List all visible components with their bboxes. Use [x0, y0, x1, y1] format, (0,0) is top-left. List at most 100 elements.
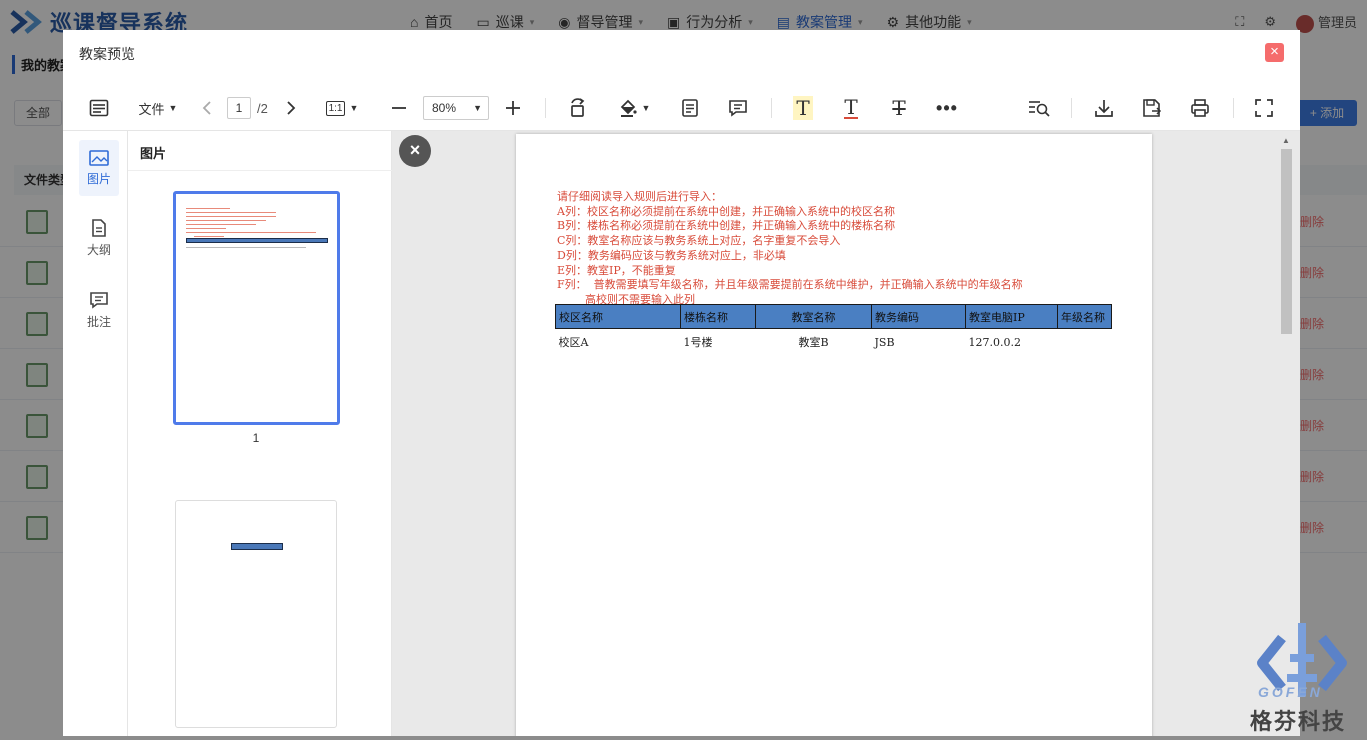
- thumb-text-line: [194, 236, 224, 237]
- thumbnail-panel: 图片 1 2: [128, 131, 392, 736]
- thumb-text-line: [186, 232, 316, 233]
- download-icon[interactable]: [1093, 94, 1115, 122]
- highlight-text-icon[interactable]: T: [791, 94, 815, 122]
- thumb-text-line: [186, 224, 256, 225]
- thumbnail-number: 1: [252, 431, 260, 445]
- page-thumbnail-1[interactable]: [173, 191, 340, 425]
- table-header-cell: 教务编码: [871, 304, 966, 329]
- scroll-up-icon[interactable]: ▲: [1281, 136, 1291, 146]
- next-page-icon[interactable]: [283, 94, 299, 122]
- caret-down-icon: ▼: [168, 103, 178, 113]
- image-icon: [89, 149, 109, 166]
- thumb-text-line: [186, 216, 276, 217]
- search-text-icon[interactable]: [1027, 94, 1051, 122]
- sidebar-toggle-icon[interactable]: [87, 94, 111, 122]
- pdf-toolbar: 文件 ▼ 1 /2 1:1 ▼ 80% ▼ ▼ T T T •••: [63, 86, 1300, 130]
- zoom-select[interactable]: 80% ▼: [423, 94, 489, 122]
- file-menu-label: 文件: [138, 101, 165, 117]
- thumb-table-header: [186, 238, 328, 243]
- instruction-line: F列： 普教需要填写年级名称，并且年级需要提前在系统中维护，并正确输入系统中的年…: [557, 278, 1023, 292]
- document-viewer[interactable]: × 请仔细阅读导入规则后进行导入： A列：校区名称必须提前在系统中创建，并正确输入…: [392, 131, 1300, 736]
- zoom-level: 80% ▼: [423, 96, 489, 120]
- table-cell: 教室B: [798, 336, 829, 350]
- sidebar-tabs: 图片 大纲 批注: [63, 131, 128, 736]
- page-total: /2: [257, 100, 268, 116]
- dialog-title: 教案预览: [79, 46, 135, 62]
- dialog-header: 教案预览 ×: [63, 30, 1300, 74]
- fullscreen-icon[interactable]: [1253, 94, 1275, 122]
- fill-color-menu[interactable]: ▼: [615, 94, 653, 122]
- tab-annotations[interactable]: 批注: [79, 282, 119, 338]
- instruction-line: 请仔细阅读导入规则后进行导入：: [557, 190, 722, 203]
- outline-icon: [92, 218, 106, 237]
- tab-outline[interactable]: 大纲: [79, 210, 119, 266]
- toolbar-divider: [1071, 98, 1072, 118]
- tab-label: 批注: [86, 314, 111, 329]
- page-number-input[interactable]: 1: [227, 97, 251, 119]
- comment-icon[interactable]: [727, 94, 749, 122]
- thumb-table-header: [231, 543, 283, 550]
- strike-T-glyph: T: [892, 96, 906, 120]
- table-header-cell: 年级名称: [1057, 304, 1112, 329]
- table-cell: 127.0.0.2: [968, 335, 1021, 349]
- instruction-line: B列：楼栋名称必须提前在系统中创建，并正确输入系统中的楼栋名称: [557, 219, 896, 233]
- table-row: 校区A 1号楼 教室B JSB 127.0.0.2: [556, 329, 1112, 356]
- sample-data-table: 校区名称 楼栋名称 教室名称 教务编码 教室电脑IP 年级名称 校区A 1号楼 …: [555, 304, 1112, 356]
- table-header-cell: 楼栋名称: [680, 304, 756, 329]
- underline-text-icon[interactable]: T: [839, 94, 863, 122]
- caret-down-icon: ▼: [641, 103, 651, 113]
- thumb-text-line: [186, 212, 276, 213]
- instruction-line: E列：教室IP，不能重复: [557, 263, 676, 277]
- actual-size-icon: 1:1: [325, 100, 346, 116]
- more-icon[interactable]: •••: [935, 94, 959, 122]
- text-note-icon[interactable]: [679, 94, 701, 122]
- page-thumbnail-2[interactable]: [175, 500, 337, 728]
- toolbar-divider: [545, 98, 546, 118]
- zoom-out-icon[interactable]: [389, 94, 409, 122]
- caret-down-icon: ▼: [473, 103, 482, 113]
- table-header-cell: 教室名称: [755, 304, 872, 329]
- file-menu[interactable]: 文件 ▼: [137, 94, 179, 122]
- caret-down-icon: ▼: [349, 103, 359, 113]
- tab-label: 图片: [86, 171, 111, 186]
- strikethrough-text-icon[interactable]: T: [887, 94, 911, 122]
- close-icon[interactable]: ×: [1265, 43, 1284, 62]
- fit-mode-menu[interactable]: 1:1 ▼: [323, 94, 361, 122]
- toolbar-divider: [771, 98, 772, 118]
- lesson-preview-dialog: 教案预览 × 文件 ▼ 1 /2 1:1 ▼ 80% ▼ ▼ T T T •••…: [63, 30, 1300, 736]
- thumbnail-panel-title: 图片: [140, 146, 167, 161]
- thumb-table-row: [186, 247, 306, 248]
- table-cell: 校区A: [558, 336, 589, 350]
- underline-T-glyph: T: [844, 95, 858, 119]
- thumb-text-line: [186, 220, 266, 221]
- instruction-line: A列：校区名称必须提前在系统中创建，并正确输入系统中的校区名称: [557, 204, 895, 218]
- tab-label: 大纲: [86, 242, 111, 257]
- prev-page-icon[interactable]: [199, 94, 215, 122]
- rotate-icon[interactable]: [567, 94, 589, 122]
- table-header-cell: 校区名称: [555, 304, 681, 329]
- import-instructions: 请仔细阅读导入规则后进行导入： A列：校区名称必须提前在系统中创建，并正确输入系统…: [557, 190, 1023, 308]
- comment-icon: [90, 291, 108, 309]
- zoom-in-icon[interactable]: [503, 94, 523, 122]
- table-header-cell: 教室电脑IP: [965, 304, 1058, 329]
- instruction-line: D列：教务编码应该与教务系统对应上，非必填: [557, 248, 786, 262]
- toolbar-divider: [1233, 98, 1234, 118]
- thumb-text-line: [186, 228, 226, 229]
- zoom-value: 80%: [432, 101, 457, 115]
- tab-images[interactable]: 图片: [79, 140, 119, 196]
- table-cell: [1058, 329, 1112, 356]
- save-as-icon[interactable]: [1141, 94, 1163, 122]
- paint-bucket-icon: [620, 99, 637, 117]
- watermark-brand: GOFEN: [1258, 684, 1323, 700]
- table-cell: JSB: [874, 335, 895, 349]
- panel-divider: [128, 170, 392, 171]
- thumb-text-line: [186, 208, 230, 209]
- highlight-T-glyph: T: [793, 96, 813, 120]
- document-page-1: 请仔细阅读导入规则后进行导入： A列：校区名称必须提前在系统中创建，并正确输入系统…: [516, 134, 1152, 736]
- page-indicator: 1 /2: [227, 94, 275, 122]
- print-icon[interactable]: [1189, 94, 1211, 122]
- close-viewer-icon[interactable]: ×: [399, 135, 431, 167]
- scrollbar-thumb[interactable]: [1281, 149, 1292, 334]
- watermark-company: 格芬科技: [1250, 709, 1347, 734]
- instruction-line: C列：教室名称应该与教务系统上对应，名字重复不会导入: [557, 234, 841, 248]
